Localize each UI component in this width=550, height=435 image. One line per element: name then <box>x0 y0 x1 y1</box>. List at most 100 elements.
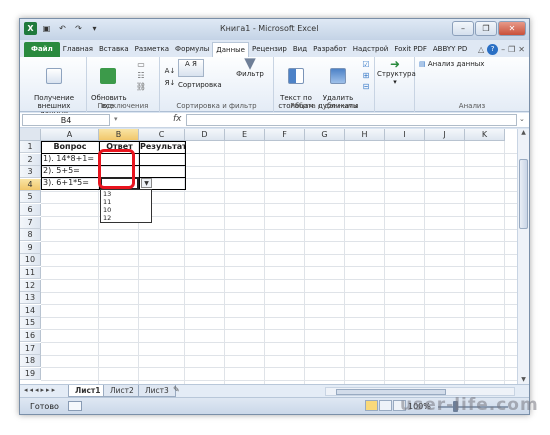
tab-home[interactable]: Главная <box>60 42 96 57</box>
help-icon[interactable]: ? <box>487 44 499 55</box>
scroll-up-icon[interactable]: ▲ <box>518 129 529 136</box>
title-bar: X ▣ ↶ ↷ ▾ Книга1 - Microsoft Excel – ❐ ✕ <box>20 19 529 40</box>
cell-A3[interactable]: 2). 5+5= <box>41 165 99 177</box>
doc-restore-icon[interactable]: ❐ <box>508 45 515 54</box>
row-header-12[interactable]: 12 <box>20 279 41 292</box>
row-header-7[interactable]: 7 <box>20 216 41 229</box>
data-validation-icon[interactable]: ☑ ⊞ ⊟ <box>360 59 372 92</box>
highlight-frame <box>98 149 135 189</box>
page-layout-view-button[interactable] <box>379 400 392 411</box>
scroll-down-icon[interactable]: ▼ <box>518 376 529 383</box>
tab-view[interactable]: Вид <box>290 42 310 57</box>
column-header-F[interactable]: F <box>265 129 305 141</box>
row-header-13[interactable]: 13 <box>20 292 41 305</box>
cell-A4[interactable]: 3). 6+1*5= <box>41 177 99 189</box>
undo-icon[interactable]: ↶ <box>56 22 69 35</box>
column-header-E[interactable]: E <box>225 129 265 141</box>
connection-tools-icon[interactable]: ▭ ☷ ⛓ <box>131 59 151 92</box>
row-header-15[interactable]: 15 <box>20 317 41 330</box>
column-header-K[interactable]: K <box>465 129 505 141</box>
data-analysis-button[interactable]: ▤ Анализ данных <box>419 60 484 68</box>
select-all-corner[interactable] <box>20 129 41 141</box>
cell-C1[interactable]: Результат <box>140 141 186 153</box>
doc-minimize-icon[interactable]: – <box>501 45 505 54</box>
tab-page-layout[interactable]: Разметка <box>132 42 172 57</box>
dropdown-option[interactable]: 10 <box>101 206 151 214</box>
normal-view-button[interactable] <box>365 400 378 411</box>
row-header-6[interactable]: 6 <box>20 204 41 216</box>
worksheet-grid[interactable]: ABCDEFGHIJK 1 2 3 4 5 6 7 8 9 10 11 12 13 14 15 16 17 18 1… <box>20 129 517 384</box>
minimize-button[interactable]: – <box>452 21 474 36</box>
row-header-1[interactable]: 1 <box>20 141 41 153</box>
customize-qat-icon[interactable]: ▾ <box>88 22 101 35</box>
sheet-navigation-icons[interactable]: ◂◂◂▸▸▸ <box>24 386 57 394</box>
row-header-19[interactable]: 19 <box>20 367 41 380</box>
restore-button[interactable]: ❐ <box>475 21 497 36</box>
tab-file[interactable]: Файл <box>24 42 60 57</box>
insert-sheet-icon[interactable]: ✎ <box>173 385 180 394</box>
column-header-I[interactable]: I <box>385 129 425 141</box>
column-header-H[interactable]: H <box>345 129 385 141</box>
gridline-horizontal <box>41 342 517 343</box>
close-button[interactable]: ✕ <box>498 21 526 36</box>
column-header-B[interactable]: B <box>99 129 139 141</box>
row-header-11[interactable]: 11 <box>20 267 41 279</box>
ribbon-tabs: Файл Главная Вставка Разметка Формулы Да… <box>20 40 529 57</box>
outline-button[interactable]: ➜ Структура ▾ <box>377 58 416 86</box>
expand-formula-bar-icon[interactable]: ⌄ <box>519 115 525 123</box>
redo-icon[interactable]: ↷ <box>72 22 85 35</box>
row-header-2[interactable]: 2 <box>20 153 41 166</box>
tab-addins[interactable]: Надстрой <box>350 42 392 57</box>
tab-foxit-pdf[interactable]: Foxit PDF <box>391 42 430 57</box>
sort-dialog-icon[interactable]: A Я <box>178 59 204 77</box>
row-header-10[interactable]: 10 <box>20 254 41 267</box>
cell-A1[interactable]: Вопрос <box>41 141 99 153</box>
row-header-18[interactable]: 18 <box>20 355 41 368</box>
column-header-C[interactable]: C <box>139 129 185 141</box>
sheet-tab-3[interactable]: Лист3 <box>138 385 176 397</box>
sort-button[interactable]: Сортировка <box>178 81 222 89</box>
filter-button[interactable]: ▼ Фильтр <box>232 56 268 79</box>
dropdown-option[interactable]: 13 <box>101 190 151 198</box>
dropdown-option[interactable]: 11 <box>101 198 151 206</box>
tab-abbyy-pdf[interactable]: ABBYY PD <box>430 42 470 57</box>
tab-insert[interactable]: Вставка <box>96 42 132 57</box>
row-header-5[interactable]: 5 <box>20 191 41 204</box>
ribbon-collapse-icon[interactable]: △ <box>478 45 484 54</box>
watermark: user-life.com <box>400 395 539 415</box>
sheet-tab-2[interactable]: Лист2 <box>103 385 141 397</box>
tab-formulas[interactable]: Формулы <box>172 42 212 57</box>
vertical-scroll-thumb[interactable] <box>519 159 528 229</box>
tab-developer[interactable]: Разработ <box>310 42 350 57</box>
column-header-G[interactable]: G <box>305 129 345 141</box>
get-external-data-button[interactable]: Получение внешних данных <box>26 60 82 118</box>
sort-az-icon[interactable]: A↓ Я↓ <box>164 65 176 89</box>
column-header-A[interactable]: A <box>41 129 99 141</box>
row-header-4[interactable]: 4 <box>20 178 41 191</box>
row-header-17[interactable]: 17 <box>20 342 41 355</box>
macro-record-icon[interactable] <box>68 401 82 411</box>
gridline-horizontal <box>41 367 517 369</box>
vertical-scrollbar[interactable]: ▲ ▼ <box>517 129 529 384</box>
row-header-3[interactable]: 3 <box>20 166 41 179</box>
column-header-J[interactable]: J <box>425 129 465 141</box>
row-header-9[interactable]: 9 <box>20 241 41 254</box>
row-header-14[interactable]: 14 <box>20 304 41 317</box>
name-box-dropdown-icon[interactable]: ▾ <box>114 115 118 123</box>
refresh-icon <box>100 68 116 84</box>
formula-input[interactable] <box>186 114 517 126</box>
insert-function-button[interactable]: fx <box>173 114 182 124</box>
cell-A2[interactable]: 1). 14*8+1= <box>41 153 99 165</box>
validation-dropdown-list[interactable]: 13 11 10 12 <box>100 189 152 223</box>
validation-dropdown-button[interactable]: ▼ <box>141 178 152 188</box>
save-icon[interactable]: ▣ <box>40 22 53 35</box>
gridline-horizontal <box>41 253 517 255</box>
gridline-horizontal <box>41 304 517 306</box>
name-box[interactable]: B4 <box>22 114 110 126</box>
row-header-16[interactable]: 16 <box>20 330 41 342</box>
column-header-D[interactable]: D <box>185 129 225 141</box>
doc-close-icon[interactable]: ✕ <box>518 45 525 54</box>
row-header-8[interactable]: 8 <box>20 229 41 242</box>
sheet-tab-1[interactable]: Лист1 <box>68 385 108 397</box>
dropdown-option[interactable]: 12 <box>101 214 151 222</box>
